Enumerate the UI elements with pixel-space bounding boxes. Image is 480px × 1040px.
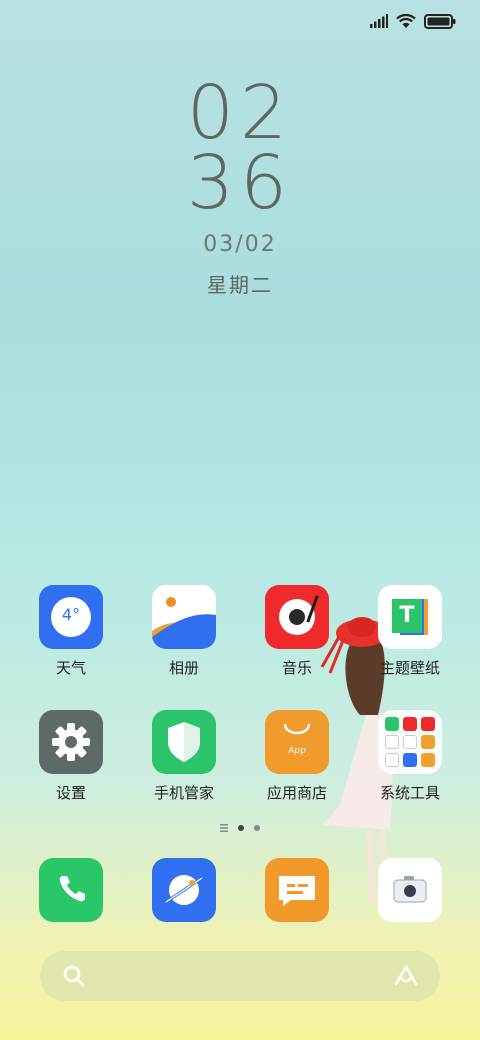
page-dot[interactable] bbox=[254, 825, 260, 831]
app-themes[interactable]: T 主题壁纸 bbox=[360, 585, 460, 678]
battery-icon bbox=[424, 13, 456, 29]
phone-icon bbox=[39, 858, 103, 922]
app-label: 天气 bbox=[55, 659, 86, 677]
clock-date: 03/02 bbox=[203, 232, 277, 257]
messages-icon bbox=[265, 858, 329, 922]
signal-icon bbox=[370, 14, 388, 28]
gallery-icon bbox=[152, 585, 216, 649]
clock-weekday: 星期二 bbox=[207, 273, 273, 297]
weather-temp: 4° bbox=[61, 605, 81, 624]
app-store-sub: App bbox=[288, 746, 306, 756]
app-security[interactable]: 手机管家 bbox=[134, 710, 234, 803]
app-music[interactable]: 音乐 bbox=[247, 585, 347, 678]
app-weather[interactable]: 4° 天气 bbox=[21, 585, 121, 678]
settings-icon bbox=[39, 710, 103, 774]
menu-lines-icon bbox=[220, 824, 228, 832]
system-tools-folder-icon bbox=[378, 710, 442, 774]
wifi-icon bbox=[396, 13, 416, 28]
clock-minute: 36 bbox=[186, 140, 294, 226]
browser-icon bbox=[152, 858, 216, 922]
dock-phone[interactable] bbox=[21, 858, 121, 922]
home-search-bar[interactable] bbox=[40, 951, 440, 1001]
clock-hour: 02 bbox=[186, 70, 294, 156]
app-label: 手机管家 bbox=[153, 784, 214, 802]
lock-clock-widget[interactable]: 02 36 03/02 星期二 bbox=[0, 70, 480, 298]
search-icon bbox=[63, 965, 85, 987]
page-dot-active[interactable] bbox=[238, 825, 244, 831]
app-store[interactable]: App 应用商店 bbox=[247, 710, 347, 803]
dock-messages[interactable] bbox=[247, 858, 347, 922]
security-icon bbox=[152, 710, 216, 774]
dock-browser[interactable] bbox=[134, 858, 234, 922]
app-label: 系统工具 bbox=[379, 784, 440, 802]
themes-glyph: T bbox=[392, 599, 422, 633]
app-settings[interactable]: 设置 bbox=[21, 710, 121, 803]
app-label: 音乐 bbox=[281, 659, 312, 677]
camera-icon bbox=[378, 858, 442, 922]
music-icon bbox=[265, 585, 329, 649]
app-store-icon: App bbox=[265, 710, 329, 774]
app-label: 相册 bbox=[168, 659, 199, 677]
page-indicator[interactable] bbox=[0, 824, 480, 832]
weather-icon: 4° bbox=[39, 585, 103, 649]
themes-icon: T bbox=[378, 585, 442, 649]
folder-system-tools[interactable]: 系统工具 bbox=[360, 710, 460, 803]
app-label: 主题壁纸 bbox=[379, 659, 440, 677]
app-label: 应用商店 bbox=[266, 784, 327, 802]
app-label: 设置 bbox=[55, 784, 86, 802]
dock-camera[interactable] bbox=[360, 858, 460, 922]
assistant-icon[interactable] bbox=[392, 964, 420, 988]
status-bar bbox=[370, 10, 456, 32]
app-gallery[interactable]: 相册 bbox=[134, 585, 234, 678]
